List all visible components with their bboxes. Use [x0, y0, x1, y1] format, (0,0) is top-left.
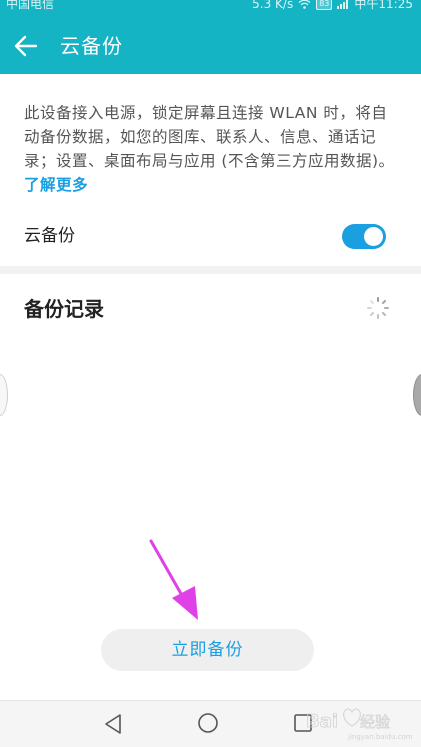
network-speed: 5.3 K/s	[252, 0, 294, 11]
watermark-logo-icon: Bai 经验 jingyan.baidu.com	[306, 708, 413, 741]
svg-text:Bai: Bai	[306, 711, 338, 732]
app-bar: 云备份	[0, 20, 421, 74]
status-indicators: 5.3 K/s 83 中午11:25	[252, 0, 413, 10]
spinner-icon	[367, 297, 389, 319]
battery-icon: 83	[316, 0, 333, 10]
cloud-backup-label: 云备份	[24, 226, 75, 246]
cloud-backup-switch[interactable]	[342, 224, 386, 249]
switch-knob	[364, 227, 383, 246]
backup-records-title: 备份记录	[24, 297, 104, 321]
svg-text:jingyan.baidu.com: jingyan.baidu.com	[347, 733, 413, 741]
section-divider	[0, 266, 421, 274]
right-edge-handle[interactable]	[413, 374, 421, 416]
backup-now-button[interactable]: 立即备份	[101, 629, 314, 671]
status-bar: 中国电信 5.3 K/s 83 中午11:25	[0, 0, 421, 14]
clock: 中午11:25	[354, 0, 413, 11]
header: 中国电信 5.3 K/s 83 中午11:25 云备份	[0, 0, 421, 74]
left-edge-handle	[0, 374, 8, 416]
wifi-icon	[298, 0, 311, 9]
annotation-arrow-icon	[149, 539, 198, 620]
svg-text:经验: 经验	[360, 713, 390, 731]
description-text: 此设备接入电源，锁定屏幕且连接 WLAN 时，将自动备份数据，如您的图库、联系人…	[24, 104, 395, 170]
page-title: 云备份	[60, 34, 123, 58]
arrow-left-icon[interactable]	[12, 32, 40, 60]
circle-home-icon[interactable]	[197, 712, 219, 734]
cloud-backup-row[interactable]: 云备份	[0, 212, 421, 262]
signal-icon	[337, 0, 349, 9]
carrier-label: 中国电信	[6, 0, 55, 11]
triangle-back-icon[interactable]	[103, 713, 123, 735]
learn-more-link[interactable]: 了解更多	[24, 176, 88, 194]
backup-description: 此设备接入电源，锁定屏幕且连接 WLAN 时，将自动备份数据，如您的图库、联系人…	[24, 101, 396, 197]
